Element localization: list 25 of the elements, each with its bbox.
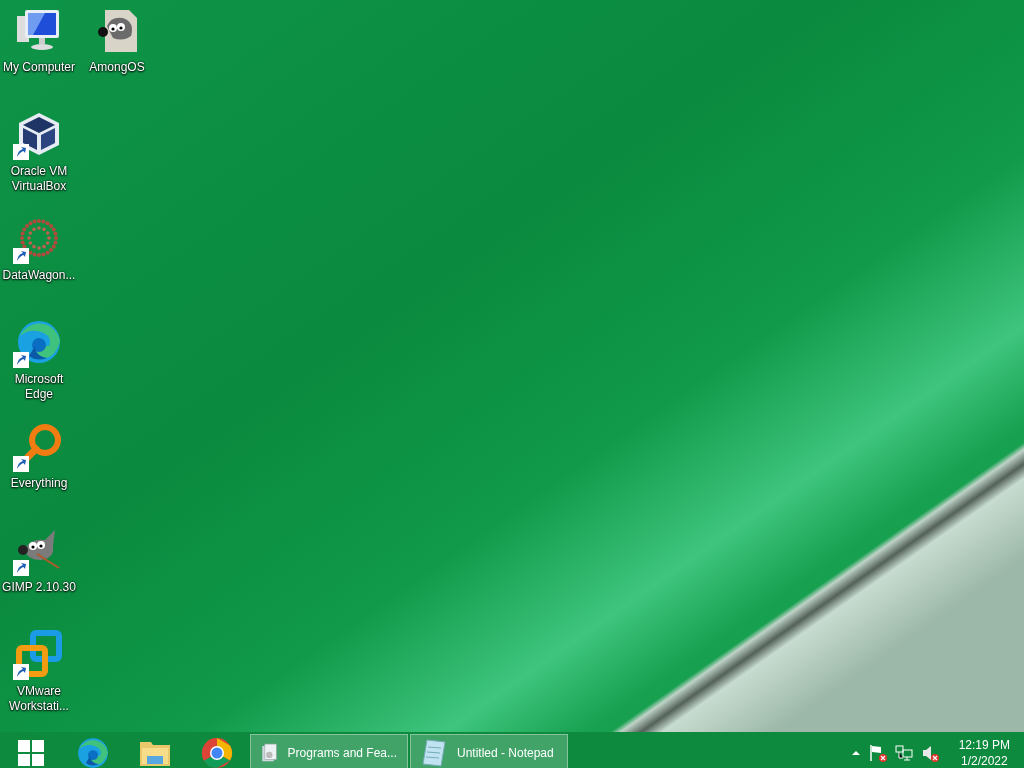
windows-logo-icon (18, 740, 44, 766)
edge-browser-icon (15, 318, 63, 366)
desktop-icon-label[interactable]: Everything (10, 476, 68, 491)
tray-icon-button[interactable] (920, 744, 939, 762)
desktop-icon-label[interactable]: GIMP 2.10.30 (2, 580, 76, 595)
taskbar-window-button[interactable]: Programs and Fea... (250, 734, 408, 768)
desktop-icon-label[interactable]: Microsoft Edge (0, 372, 78, 402)
taskbar-window-button[interactable]: Untitled - Notepad (410, 734, 568, 768)
overlapping-squares-icon (15, 630, 63, 678)
chrome-browser-icon (201, 737, 233, 768)
tray-icon-button[interactable] (868, 744, 887, 762)
flag-error-icon (868, 744, 887, 762)
show-hidden-icons-button[interactable] (850, 750, 861, 756)
edge-browser-icon (76, 736, 110, 768)
network-icon (894, 744, 913, 762)
speaker-muted-icon (920, 744, 939, 762)
notepad-icon (421, 738, 447, 768)
tray-icon-button[interactable] (894, 744, 913, 762)
desktop-icon-label[interactable]: DataWagon... (2, 268, 76, 283)
clock[interactable]: 12:19 PM 1/2/2022 (954, 737, 1014, 768)
desktop-icon-label[interactable]: AmongOS (89, 60, 145, 75)
desktop-icon-label[interactable]: Oracle VM VirtualBox (0, 164, 78, 194)
desktop-icon-label[interactable]: My Computer (3, 60, 75, 75)
desktop-icon-label[interactable]: VMware Workstati... (0, 684, 78, 714)
dotted-circle-icon (17, 216, 61, 260)
